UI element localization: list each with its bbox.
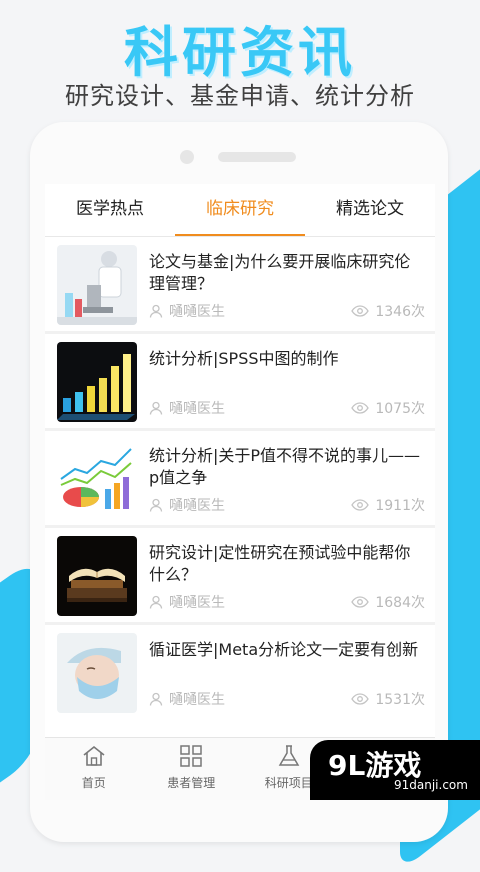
user-icon: [149, 595, 163, 609]
watermark-url: 91danji.com: [394, 778, 468, 792]
author: 嗵嗵医生: [149, 689, 225, 709]
user-icon: [149, 401, 163, 415]
author-name: 嗵嗵医生: [169, 304, 225, 320]
article-title: 研究设计|定性研究在预试验中能帮你什么？: [149, 543, 411, 584]
article-title: 循证医学|Meta分析论文一定要有创新: [149, 640, 419, 659]
watermark: 9L游戏 91danji.com: [310, 740, 480, 800]
list-item[interactable]: 循证医学|Meta分析论文一定要有创新 嗵嗵医生 1531次: [45, 625, 435, 719]
author: 嗵嗵医生: [149, 301, 225, 321]
view-count-label: 1684次: [375, 595, 425, 611]
author: 嗵嗵医生: [149, 495, 225, 515]
eye-icon: [351, 305, 370, 317]
tab-bar: 医学热点 临床研究 精选论文: [45, 184, 435, 237]
view-count: 1346次: [351, 301, 425, 321]
lab-microscope-image: [57, 245, 137, 325]
view-count-label: 1075次: [375, 401, 425, 417]
tab-medical-hotspots[interactable]: 医学热点: [45, 184, 175, 236]
eye-icon: [351, 596, 370, 608]
article-meta: 嗵嗵医生 1684次: [149, 592, 425, 614]
view-count: 1075次: [351, 398, 425, 418]
author-name: 嗵嗵医生: [169, 595, 225, 611]
article-title: 论文与基金|为什么要开展临床研究伦理管理？: [149, 252, 411, 293]
nav-patient-management-label: 患者管理: [167, 776, 216, 790]
flask-icon: [278, 745, 300, 766]
bar-chart-3d-image: [57, 342, 137, 422]
nav-patient-management[interactable]: 患者管理: [143, 738, 241, 800]
user-icon: [149, 304, 163, 318]
surgeon-mask-image: [57, 633, 137, 713]
author: 嗵嗵医生: [149, 398, 225, 418]
eye-icon: [351, 693, 370, 705]
eye-icon: [351, 402, 370, 414]
hero-subtitle: 研究设计、基金申请、统计分析: [65, 82, 415, 110]
pie-line-chart-image: [57, 439, 137, 519]
article-list: 论文与基金|为什么要开展临床研究伦理管理？ 嗵嗵医生 1346次 统计分析|SP…: [45, 237, 435, 719]
list-item[interactable]: 论文与基金|为什么要开展临床研究伦理管理？ 嗵嗵医生 1346次: [45, 237, 435, 331]
view-count-label: 1346次: [375, 304, 425, 320]
view-count: 1531次: [351, 689, 425, 709]
open-book-image: [57, 536, 137, 616]
article-meta: 嗵嗵医生 1911次: [149, 495, 425, 517]
nav-home-label: 首页: [81, 776, 106, 790]
user-icon: [149, 498, 163, 512]
author-name: 嗵嗵医生: [169, 692, 225, 708]
view-count: 1911次: [351, 495, 425, 515]
home-icon: [83, 745, 105, 766]
tab-clinical-research[interactable]: 临床研究: [175, 184, 305, 236]
phone-speaker: [218, 152, 296, 162]
phone-camera: [180, 150, 194, 164]
grid-icon: [180, 745, 202, 767]
article-meta: 嗵嗵医生 1346次: [149, 301, 425, 323]
view-count: 1684次: [351, 592, 425, 612]
article-title: 统计分析|关于P值不得不说的事儿——p值之争: [149, 446, 421, 487]
view-count-label: 1911次: [375, 498, 425, 514]
list-item[interactable]: 统计分析|SPSS中图的制作 嗵嗵医生 1075次: [45, 334, 435, 428]
article-meta: 嗵嗵医生 1531次: [149, 689, 425, 711]
article-title: 统计分析|SPSS中图的制作: [149, 349, 339, 368]
nav-home[interactable]: 首页: [45, 738, 143, 800]
app-screen: 医学热点 临床研究 精选论文 论文与基金|为什么要开展临床研究伦理管理？ 嗵嗵医…: [45, 184, 435, 800]
tab-selected-papers[interactable]: 精选论文: [305, 184, 435, 236]
view-count-label: 1531次: [375, 692, 425, 708]
author-name: 嗵嗵医生: [169, 401, 225, 417]
list-item[interactable]: 研究设计|定性研究在预试验中能帮你什么？ 嗵嗵医生 1684次: [45, 528, 435, 622]
author: 嗵嗵医生: [149, 592, 225, 612]
user-icon: [149, 692, 163, 706]
list-item[interactable]: 统计分析|关于P值不得不说的事儿——p值之争 嗵嗵医生 1911次: [45, 431, 435, 525]
eye-icon: [351, 499, 370, 511]
author-name: 嗵嗵医生: [169, 498, 225, 514]
article-meta: 嗵嗵医生 1075次: [149, 398, 425, 420]
